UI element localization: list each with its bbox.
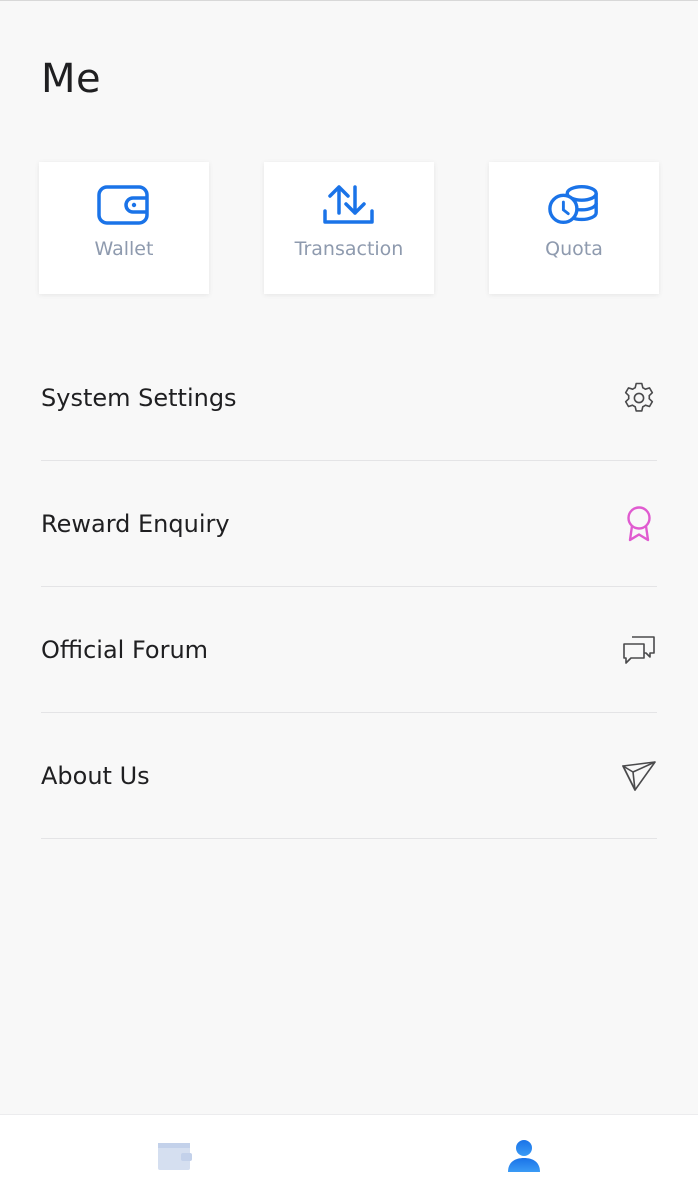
menu-item-official-forum[interactable]: Official Forum	[41, 587, 657, 713]
quick-actions: Wallet Transaction Quota	[39, 162, 659, 294]
tab-wallet[interactable]	[0, 1115, 349, 1200]
tab-me[interactable]	[349, 1115, 698, 1200]
wallet-card[interactable]: Wallet	[39, 162, 209, 294]
wallet-icon	[97, 182, 151, 228]
menu-item-label: System Settings	[41, 383, 237, 412]
menu-item-label: About Us	[41, 761, 150, 790]
award-ribbon-icon	[621, 505, 657, 542]
quota-card-label: Quota	[545, 238, 603, 260]
wallet-card-label: Wallet	[94, 238, 154, 260]
transfer-arrows-icon	[322, 182, 376, 228]
transaction-card-label: Transaction	[294, 238, 404, 260]
quota-card[interactable]: Quota	[489, 162, 659, 294]
page-title: Me	[41, 56, 102, 102]
chat-bubbles-icon	[621, 632, 657, 668]
bottom-tab-bar	[0, 1114, 698, 1200]
gear-icon	[621, 380, 657, 416]
wallet-tab-icon	[157, 1141, 193, 1175]
paper-plane-icon	[621, 758, 657, 794]
person-icon	[506, 1138, 542, 1178]
menu-item-about-us[interactable]: About Us	[41, 713, 657, 839]
menu-item-reward-enquiry[interactable]: Reward Enquiry	[41, 461, 657, 587]
transaction-card[interactable]: Transaction	[264, 162, 434, 294]
menu-item-label: Official Forum	[41, 635, 209, 664]
menu-item-system-settings[interactable]: System Settings	[41, 335, 657, 461]
coins-clock-icon	[547, 182, 601, 228]
settings-menu: System Settings Reward Enquiry Official …	[41, 335, 657, 839]
menu-item-label: Reward Enquiry	[41, 509, 230, 538]
